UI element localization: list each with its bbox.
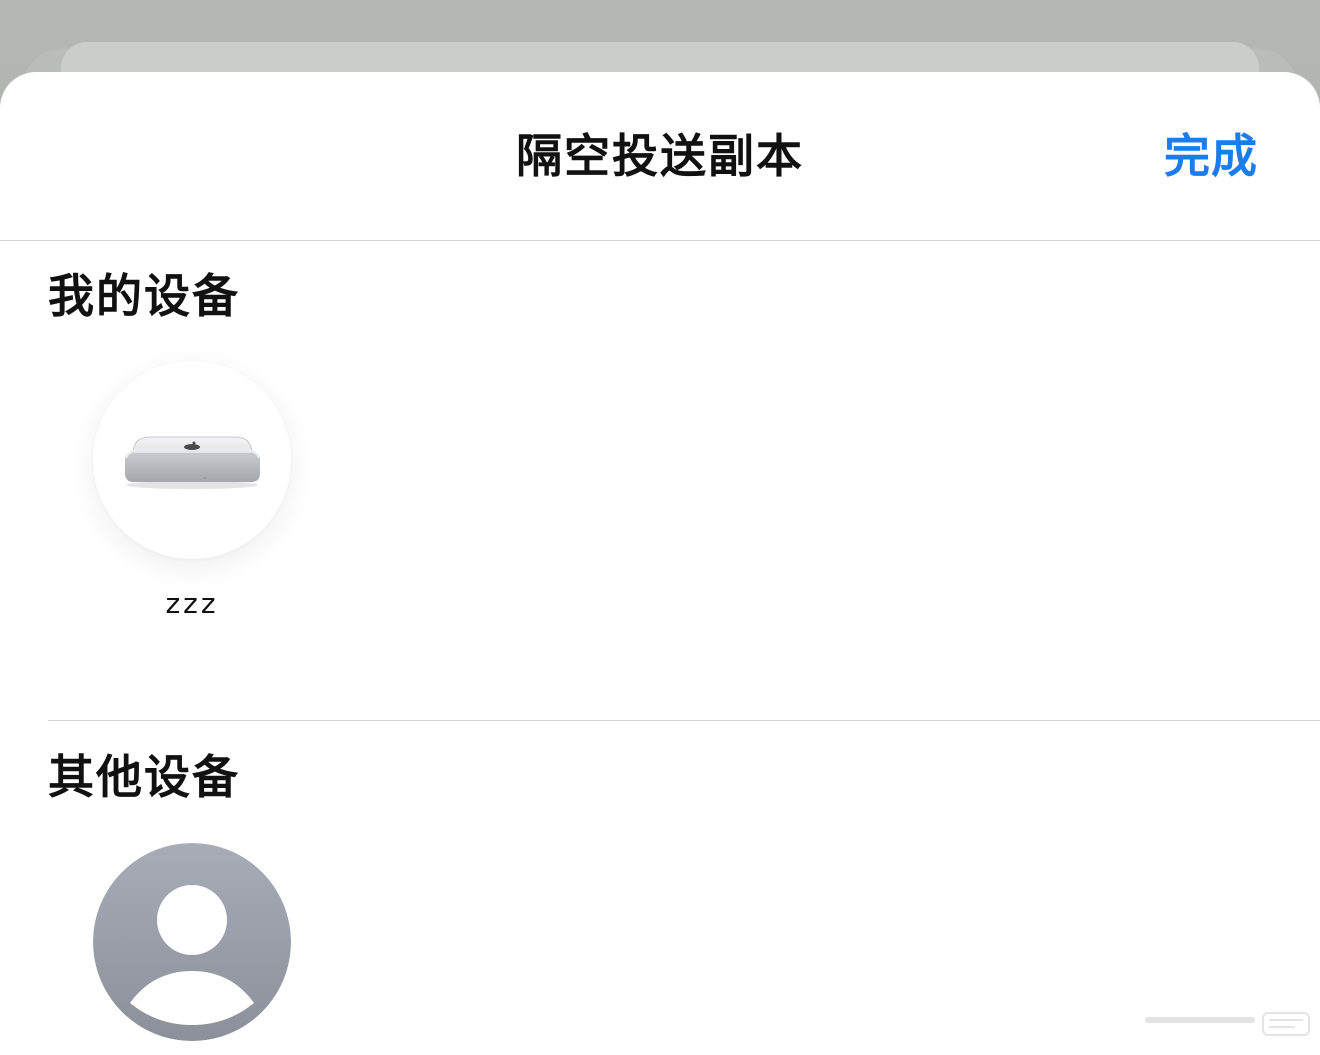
person-avatar-icon — [93, 843, 291, 1041]
done-button[interactable]: 完成 — [1164, 124, 1258, 188]
other-devices-title: 其他设备 — [48, 750, 240, 804]
section-divider — [48, 720, 1320, 721]
sheet-title: 隔空投送副本 — [516, 129, 804, 183]
device-name: zzz — [165, 587, 219, 620]
my-devices-title: 我的设备 — [48, 269, 240, 323]
airdrop-sheet: 隔空投送副本 完成 我的设备 zzz 其他设备 — [0, 72, 1320, 1055]
device-item-unknown-person[interactable] — [93, 843, 291, 1041]
device-icon-circle — [93, 361, 291, 559]
device-item-zzz[interactable]: zzz — [93, 361, 291, 621]
scroll-indicator-icon — [1145, 1012, 1310, 1036]
mac-mini-icon — [125, 436, 260, 489]
avatar — [93, 843, 291, 1041]
header-divider — [0, 240, 1320, 241]
